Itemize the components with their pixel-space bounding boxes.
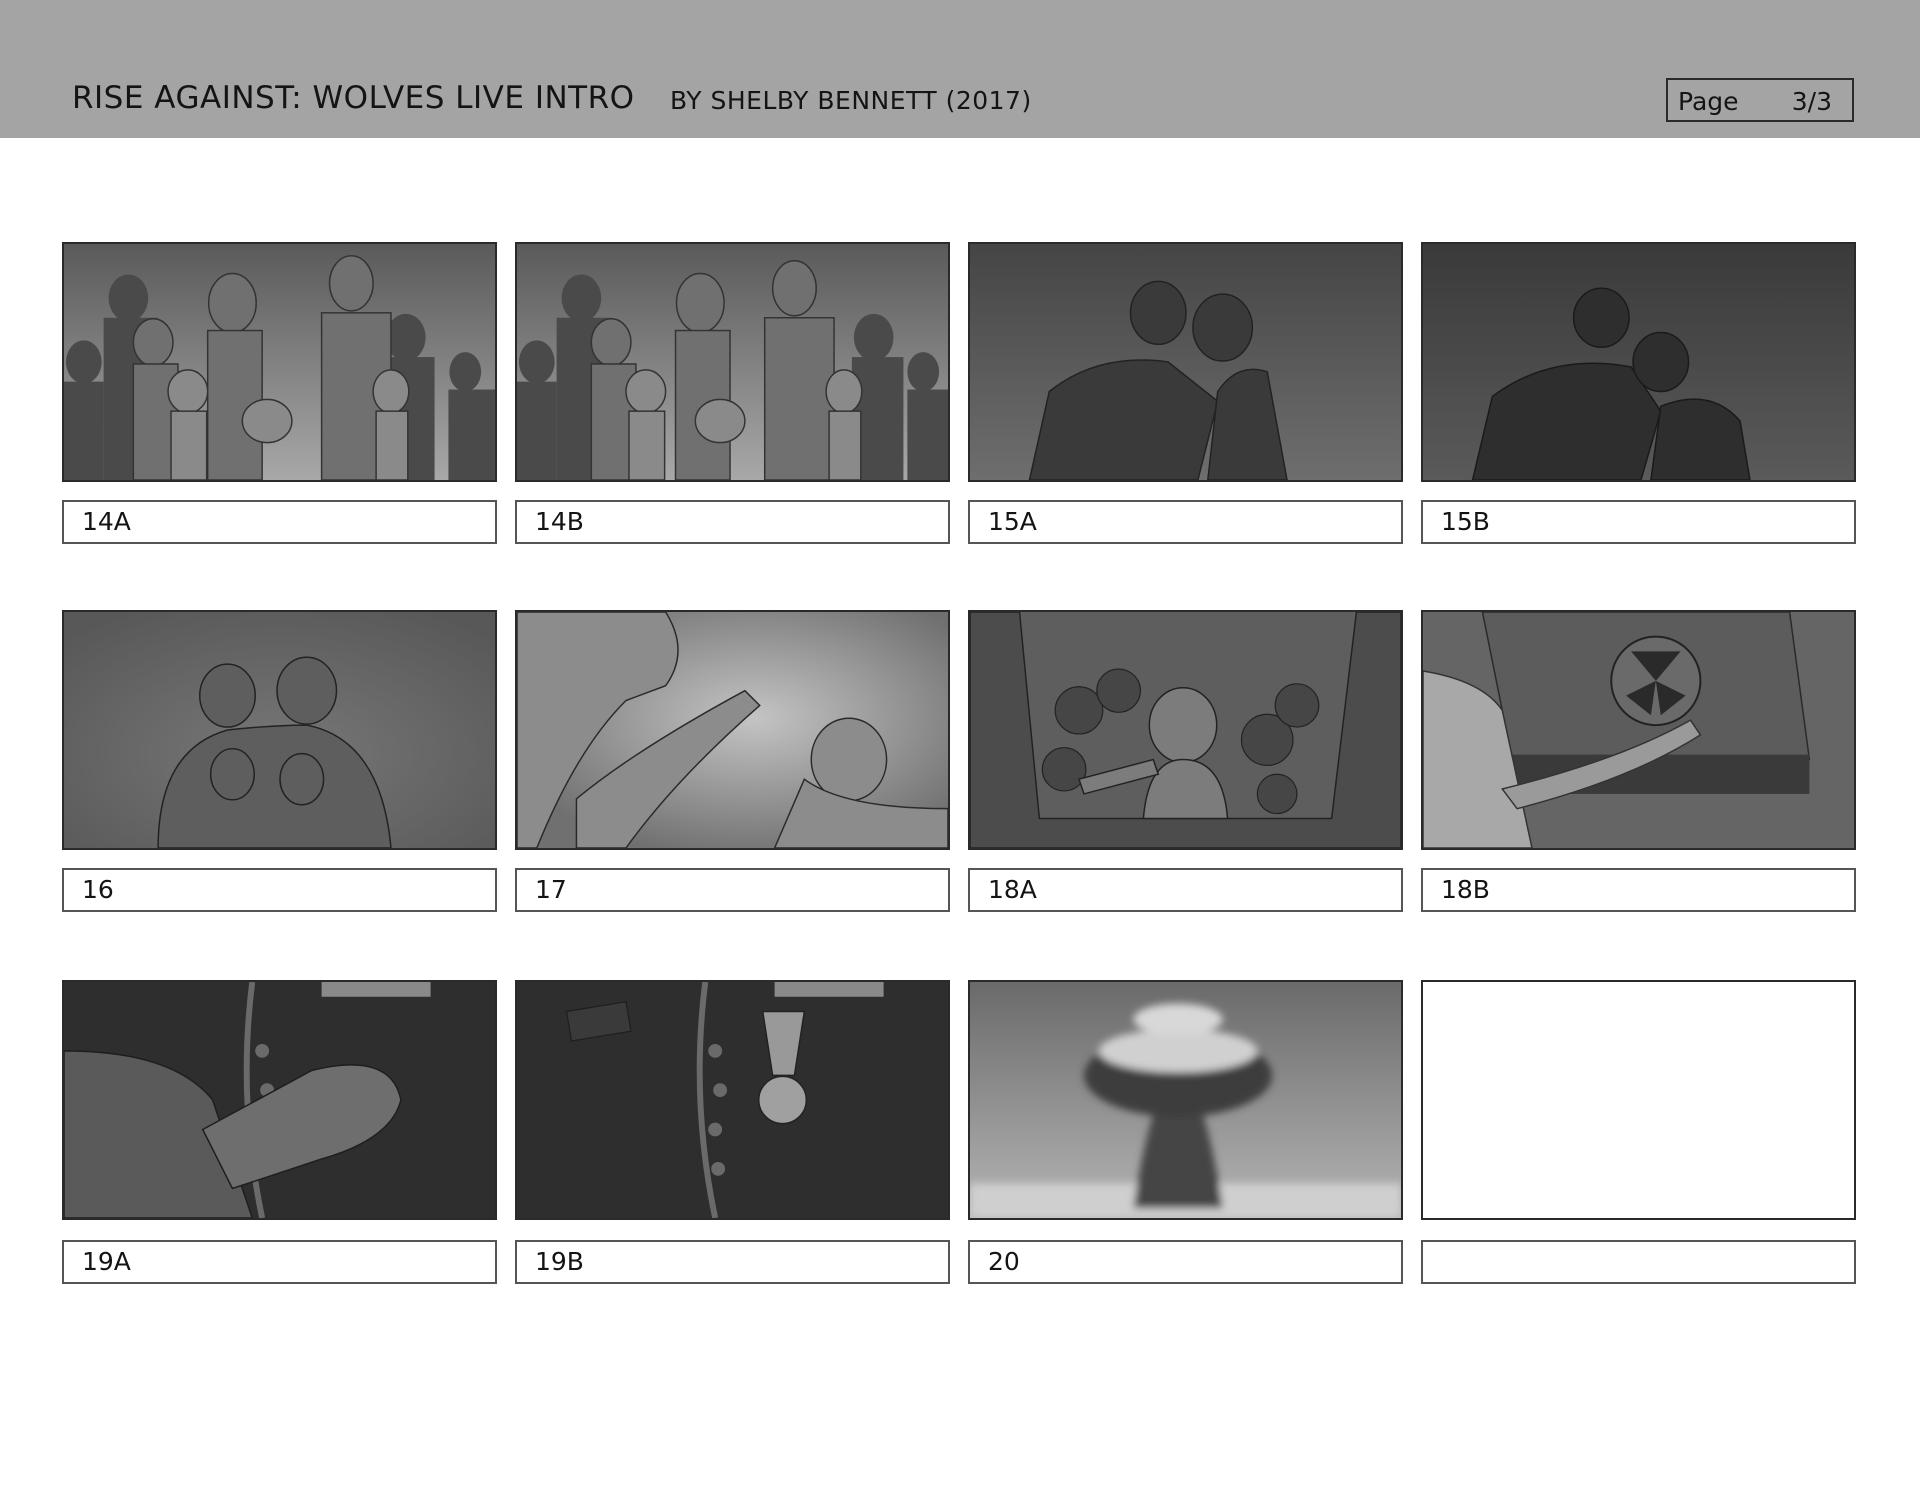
- embrace-illustration: [970, 244, 1401, 480]
- storyboard-panel-15a: [968, 242, 1403, 482]
- shelter-illustration: [970, 612, 1401, 848]
- storyboard-panel-15b: [1421, 242, 1856, 482]
- page-indicator: Page 3/3: [1666, 78, 1854, 122]
- panel-caption-16: 16: [62, 868, 497, 912]
- author-byline: BY SHELBY BENNETT (2017): [670, 86, 1032, 115]
- panel-caption-18b: 18B: [1421, 868, 1856, 912]
- hands-clasped-illustration: [517, 612, 948, 848]
- panel-caption-18a: 18A: [968, 868, 1403, 912]
- panel-caption-14a: 14A: [62, 500, 497, 544]
- storyboard-panel-17: [515, 610, 950, 850]
- panel-caption-15a: 15A: [968, 500, 1403, 544]
- storyboard-panel-20: [968, 980, 1403, 1220]
- storyboard-panel-14b: [515, 242, 950, 482]
- panel-caption-20: 20: [968, 1240, 1403, 1284]
- family-hug-illustration: [64, 612, 495, 848]
- panel-caption-14b: 14B: [515, 500, 950, 544]
- crowd-illustration: [64, 244, 495, 480]
- storyboard-panel-blank: [1421, 980, 1856, 1220]
- header-bar: RISE AGAINST: WOLVES LIVE INTRO BY SHELB…: [0, 0, 1920, 138]
- panel-caption-19b: 19B: [515, 1240, 950, 1284]
- storyboard-panel-19b: [515, 980, 950, 1220]
- crowd-illustration: [517, 244, 948, 480]
- storyboard-title: RISE AGAINST: WOLVES LIVE INTRO: [72, 80, 635, 116]
- medal-illustration: [517, 982, 948, 1218]
- storyboard-panel-18b: [1421, 610, 1856, 850]
- panel-caption-19a: 19A: [62, 1240, 497, 1284]
- embrace-illustration: [1423, 244, 1854, 480]
- button-press-illustration: [64, 982, 495, 1218]
- storyboard-panel-14a: [62, 242, 497, 482]
- hatch-illustration: [1423, 612, 1854, 848]
- page-number: 3/3: [1791, 87, 1832, 116]
- panel-caption-blank: [1421, 1240, 1856, 1284]
- panel-caption-15b: 15B: [1421, 500, 1856, 544]
- page-label: Page: [1678, 87, 1739, 116]
- panel-caption-17: 17: [515, 868, 950, 912]
- mushroom-cloud-illustration: [970, 982, 1401, 1218]
- storyboard-panel-18a: [968, 610, 1403, 850]
- storyboard-panel-16: [62, 610, 497, 850]
- storyboard-panel-19a: [62, 980, 497, 1220]
